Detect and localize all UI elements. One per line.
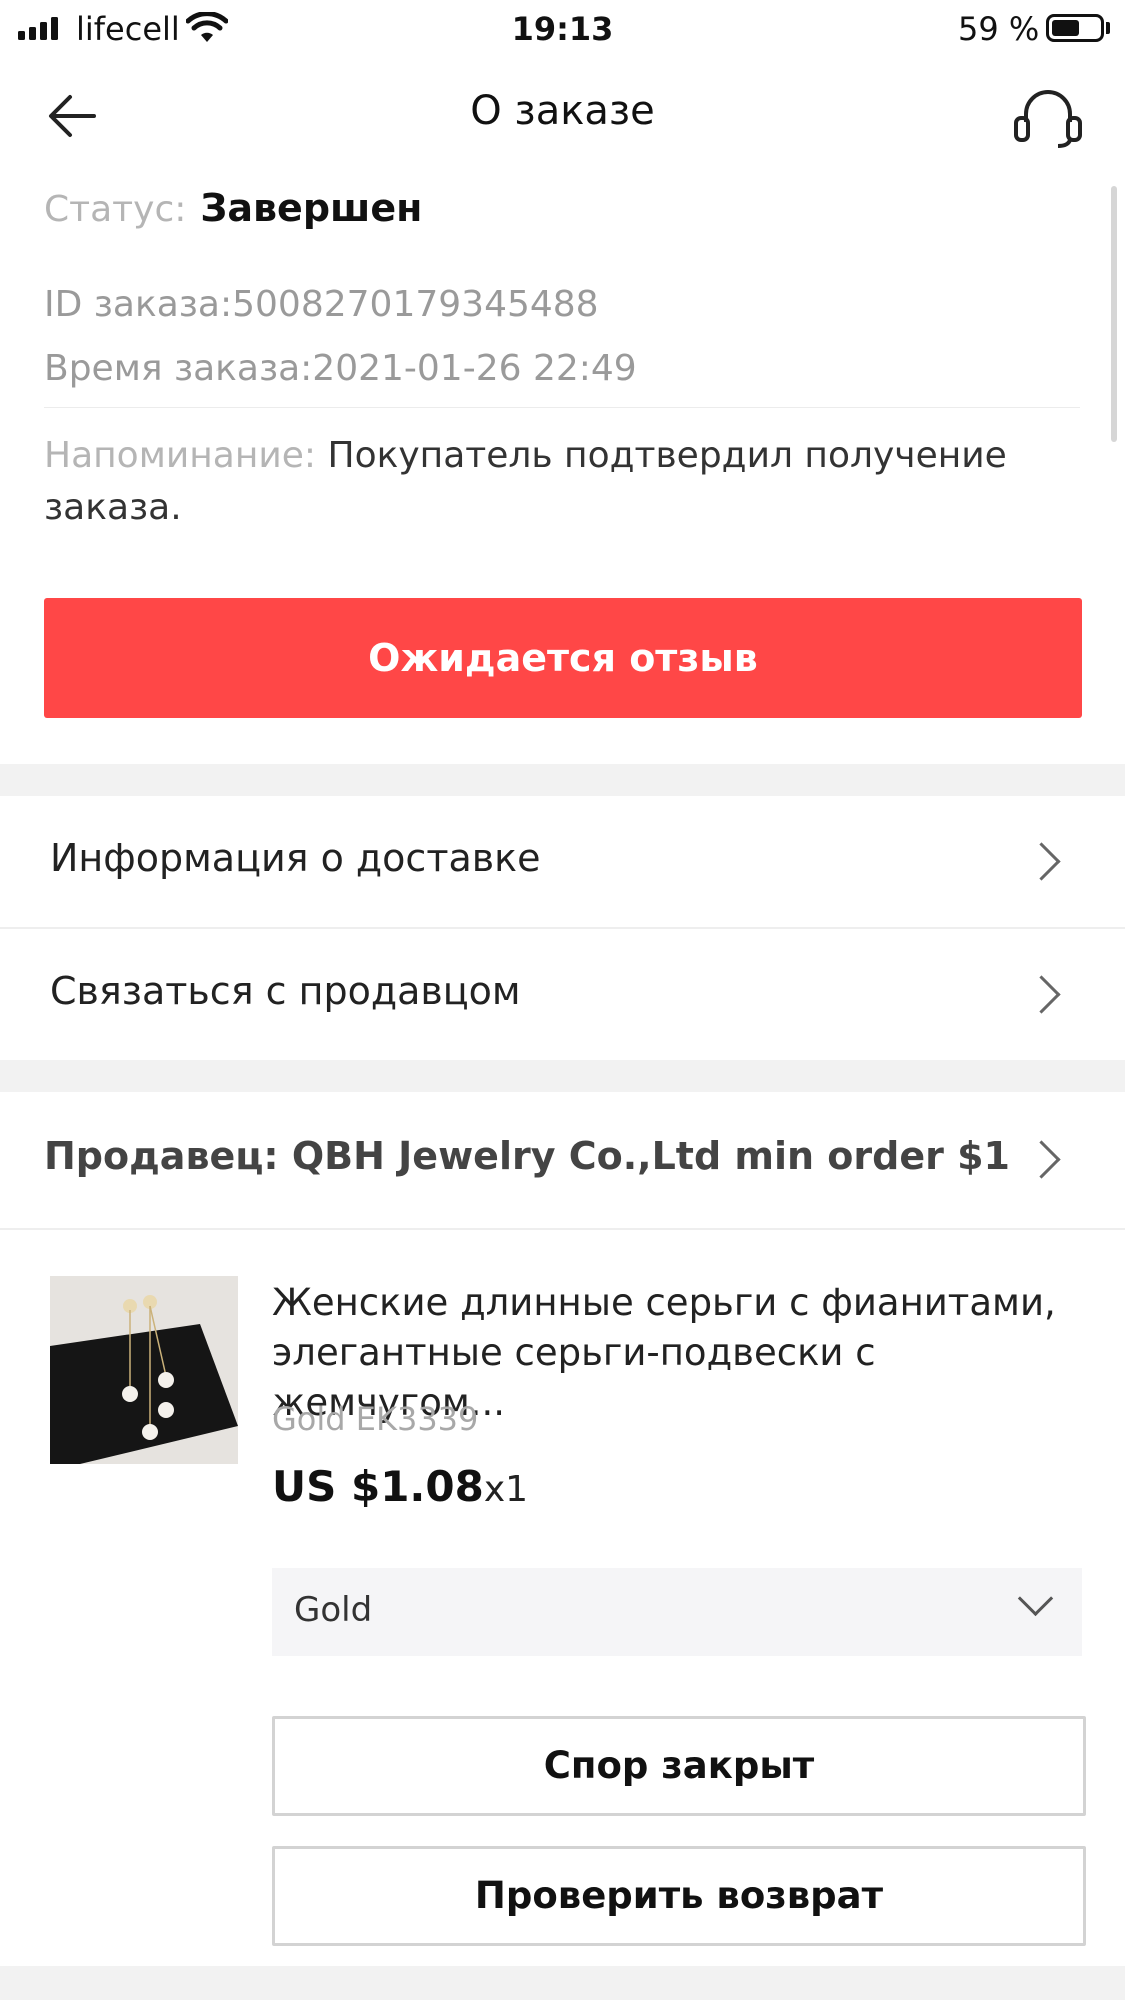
clock: 19:13 — [511, 10, 614, 48]
contact-seller-row[interactable]: Связаться с продавцом — [0, 929, 1125, 1059]
chevron-down-icon — [1017, 1580, 1054, 1617]
section-separator — [0, 1060, 1125, 1092]
headset-icon — [1014, 90, 1082, 148]
earrings-photo — [50, 1276, 238, 1464]
product-quantity: x1 — [483, 1469, 529, 1510]
header: О заказе — [0, 70, 1125, 160]
product-price: US $1.08x1 — [272, 1462, 528, 1511]
delivery-info-row[interactable]: Информация о доставке — [0, 796, 1125, 926]
order-id: ID заказа:5008270179345488 — [44, 284, 599, 325]
battery-icon — [1046, 14, 1104, 42]
dispute-closed-button[interactable]: Спор закрыт — [272, 1716, 1086, 1816]
product-sku: Gold EK3339 — [272, 1400, 479, 1438]
price-value: US $1.08 — [272, 1462, 484, 1511]
chevron-right-icon — [1022, 842, 1061, 881]
divider — [0, 1228, 1125, 1230]
order-status: Статус: Завершен — [44, 186, 422, 230]
scrollbar[interactable] — [1111, 186, 1117, 442]
page-title: О заказе — [470, 88, 655, 134]
battery-percent: 59 % — [958, 10, 1040, 48]
status-value: Завершен — [200, 186, 423, 230]
status-bar: lifecell 19:13 59 % — [0, 0, 1125, 56]
status-label: Статус: — [44, 189, 187, 230]
order-time: Время заказа:2021-01-26 22:49 — [44, 348, 637, 389]
reminder-label: Напоминание: — [44, 435, 317, 476]
seller-name: Продавец: QBH Jewelry Co.,Ltd min order … — [44, 1134, 1010, 1178]
delivery-info-label: Информация о доставке — [50, 836, 541, 880]
variant-value: Gold — [294, 1590, 373, 1630]
contact-seller-label: Связаться с продавцом — [50, 969, 521, 1013]
seller-row[interactable]: Продавец: QBH Jewelry Co.,Ltd min order … — [0, 1092, 1125, 1226]
chevron-right-icon — [1022, 1140, 1061, 1179]
chevron-right-icon — [1022, 975, 1061, 1014]
support-button[interactable] — [1012, 88, 1084, 148]
check-return-button[interactable]: Проверить возврат — [272, 1846, 1086, 1946]
order-reminder: Напоминание: Покупатель подтвердил получ… — [44, 430, 1044, 534]
variant-dropdown[interactable]: Gold — [272, 1568, 1082, 1656]
section-separator — [0, 1966, 1125, 2000]
section-separator — [0, 764, 1125, 796]
divider — [44, 407, 1080, 408]
battery-tip — [1106, 22, 1110, 34]
awaiting-review-button[interactable]: Ожидается отзыв — [44, 598, 1082, 718]
product-image[interactable] — [50, 1276, 238, 1464]
